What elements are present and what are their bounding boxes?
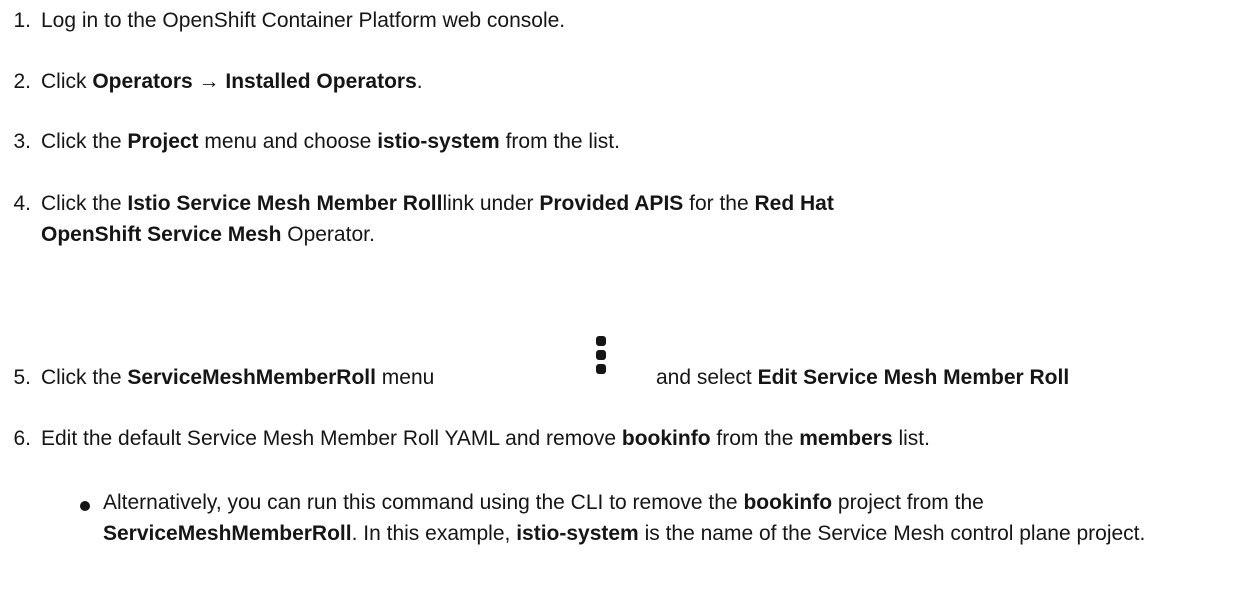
menu-path: Operators → Installed Operators — [92, 70, 417, 93]
step-text-part: Click the — [41, 192, 128, 215]
step-text-part: Operator. — [281, 223, 375, 246]
step-text: Click the Project menu and choose istio-… — [41, 126, 1221, 157]
step-text-part: link under — [442, 192, 540, 215]
step-number: 3. — [13, 130, 31, 153]
kebab-menu-icon — [596, 336, 606, 378]
step-number: 2. — [13, 70, 31, 93]
resource-name: ServiceMeshMemberRoll — [127, 366, 376, 389]
step-text-part: Edit the default Service Mesh Member Rol… — [41, 427, 622, 450]
step-number: 5. — [13, 366, 31, 389]
step-text-continued: and select Edit Service Mesh Member Roll — [656, 362, 1226, 393]
project-name: istio-system — [377, 130, 500, 153]
step-text-part: from the — [710, 427, 800, 450]
step-text-part: Click the — [41, 366, 128, 389]
step-text: Edit the default Service Mesh Member Rol… — [41, 423, 1221, 454]
member-roll-link: Istio Service Mesh Member Roll — [127, 192, 443, 215]
step-5: 5. Click the ServiceMeshMemberRoll menu … — [0, 336, 1230, 396]
step-text: Click the Istio Service Mesh Member Roll… — [41, 188, 921, 250]
step-text-part: Click — [41, 70, 93, 93]
step-text-part: and select — [656, 366, 758, 389]
members-field: members — [799, 427, 893, 450]
resource-name: ServiceMeshMemberRoll — [103, 522, 352, 545]
step-text-part: . — [416, 70, 423, 93]
project-name: bookinfo — [621, 427, 711, 450]
step-text: Log in to the OpenShift Container Platfo… — [41, 9, 566, 32]
step-number: 4. — [13, 192, 31, 215]
project-name: bookinfo — [743, 491, 833, 514]
bullet-text-part: . In this example, — [351, 522, 517, 545]
provided-apis-label: Provided APIS — [539, 192, 684, 215]
edit-action-label: Edit Service Mesh Member Roll — [757, 366, 1070, 389]
step-text-part: menu and choose — [198, 130, 378, 153]
bullet-text-part: project from the — [832, 491, 984, 514]
project-menu-label: Project — [127, 130, 199, 153]
step-text-part: menu — [375, 366, 435, 389]
step-text-part: for the — [683, 192, 755, 215]
step-number: 1. — [13, 9, 31, 32]
bullet-text-part: Alternatively, you can run this command … — [103, 491, 744, 514]
step-number: 6. — [13, 427, 31, 450]
bullet-icon — [80, 501, 90, 511]
step-text-part: Click the — [41, 130, 128, 153]
bullet-text-part: is the name of the Service Mesh control … — [638, 522, 1146, 545]
control-plane-project: istio-system — [516, 522, 639, 545]
step-text: Click Operators → Installed Operators. — [41, 66, 1221, 97]
step-text-part: list. — [892, 427, 930, 450]
bullet-text: Alternatively, you can run this command … — [103, 487, 1223, 549]
step-text-part: from the list. — [499, 130, 620, 153]
